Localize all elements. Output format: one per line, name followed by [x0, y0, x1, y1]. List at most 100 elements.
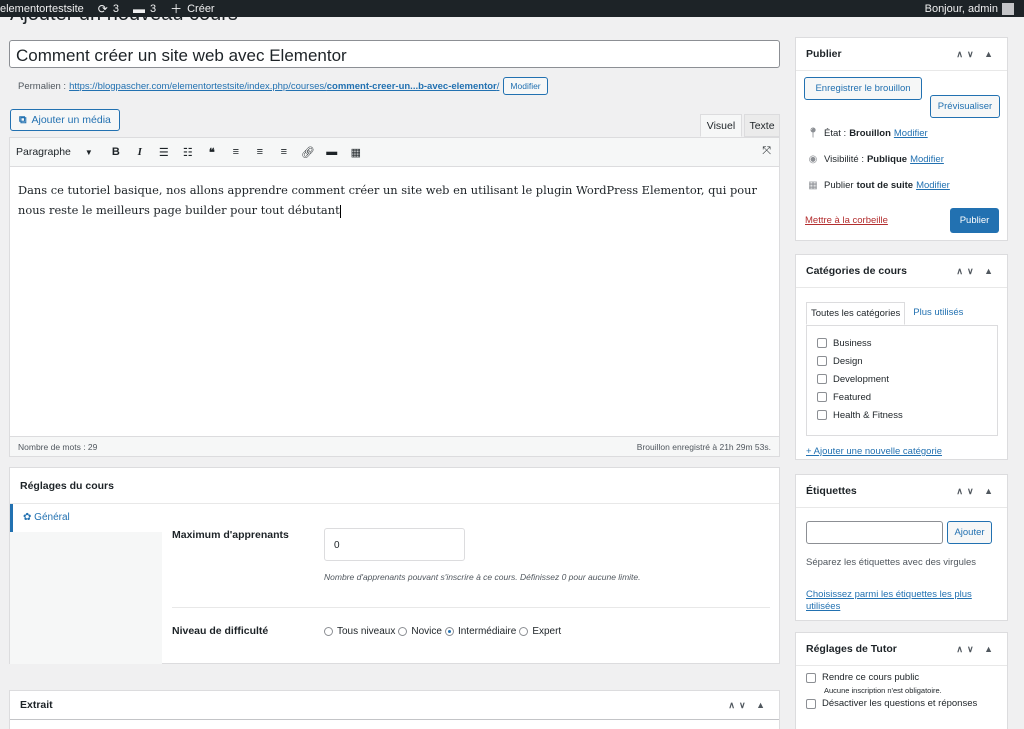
- save-draft-button[interactable]: Enregistrer le brouillon: [804, 77, 922, 100]
- category-label: Business: [833, 337, 872, 349]
- tab-all-categories[interactable]: Toutes les catégories: [806, 302, 906, 325]
- align-center-icon[interactable]: ≡: [251, 146, 269, 158]
- visibility-value: Publique: [866, 154, 908, 165]
- tab-most-used[interactable]: Plus utilisés: [905, 302, 971, 325]
- visibility-label: Visibilité :: [824, 154, 864, 165]
- account-menu[interactable]: Bonjour, admin: [925, 0, 1014, 17]
- checkbox[interactable]: [806, 672, 816, 683]
- tutor-settings-panel: Réglages de Tutor ∧∨ ▲ Rendre ce cours pu…: [795, 632, 1008, 729]
- difficulty-label: Niveau de difficulté: [172, 625, 269, 637]
- eye-icon: ◉: [808, 154, 818, 165]
- updates-icon: ⟳: [97, 1, 108, 16]
- align-left-icon[interactable]: ≡: [227, 146, 245, 158]
- tutor-settings-title-label: Réglages de Tutor: [806, 643, 897, 655]
- format-select[interactable]: Paragraphe ▼: [16, 146, 93, 158]
- checkbox[interactable]: [817, 374, 827, 384]
- read-more-icon[interactable]: ▬: [323, 146, 341, 158]
- radio-button[interactable]: [519, 627, 529, 636]
- link-icon[interactable]: 🔗︎: [299, 146, 317, 159]
- add-media-button[interactable]: ⧉ Ajouter un média: [10, 109, 120, 131]
- radio-button-selected[interactable]: [444, 627, 454, 636]
- site-name-link[interactable]: elementortestsite: [0, 3, 84, 15]
- comments-link[interactable]: ▬ 3: [133, 2, 156, 16]
- checkbox[interactable]: [806, 698, 816, 709]
- tag-input[interactable]: [806, 521, 943, 544]
- updates-count: 3: [112, 2, 119, 15]
- blockquote-icon[interactable]: ❝: [203, 146, 221, 159]
- tab-visual[interactable]: Visuel: [700, 114, 742, 137]
- align-right-icon[interactable]: ≡: [275, 146, 293, 158]
- trash-link[interactable]: Mettre à la corbeille: [805, 215, 888, 226]
- difficulty-option-all[interactable]: Tous niveaux: [324, 626, 395, 637]
- tab-general[interactable]: ✿ Général: [10, 504, 162, 532]
- publish-button[interactable]: Publier: [950, 208, 999, 233]
- editor-content[interactable]: Dans ce tutoriel basique, nos allons app…: [10, 167, 779, 233]
- category-label: Health & Fitness: [833, 409, 903, 421]
- add-tag-button[interactable]: Ajouter: [947, 521, 992, 544]
- checkbox[interactable]: [817, 392, 827, 402]
- updates-link[interactable]: ⟳ 3: [98, 2, 119, 16]
- content-editor: Paragraphe ▼ B I ☰ ☷ ❝ ≡ ≡ ≡ 🔗︎ ▬ ▦ ⤧ Dan…: [9, 137, 780, 457]
- course-settings-title: Réglages du cours: [10, 468, 779, 504]
- difficulty-option-expert[interactable]: Expert: [519, 626, 561, 637]
- divider: [172, 607, 770, 608]
- visibility-edit-link[interactable]: Modifier: [910, 154, 944, 165]
- difficulty-option-intermediate[interactable]: Intermédiaire: [444, 626, 517, 637]
- checkbox[interactable]: [817, 338, 827, 348]
- categories-list: Business Design Development Featured Hea…: [806, 325, 998, 436]
- category-label: Development: [833, 373, 889, 385]
- add-media-label: Ajouter un média: [31, 114, 111, 126]
- create-link[interactable]: ＋ Créer: [170, 0, 215, 17]
- post-title-input[interactable]: Comment créer un site web avec Elementor: [9, 40, 780, 68]
- permalink-slug: comment-creer-un...b-avec-elementor: [326, 80, 497, 92]
- difficulty-option-label: Intermédiaire: [457, 626, 517, 637]
- status-value: Brouillon: [849, 128, 891, 139]
- permalink-url: https://blogpascher.com/elementortestsit…: [69, 80, 327, 92]
- tags-title-label: Étiquettes: [806, 485, 857, 497]
- preview-button[interactable]: Prévisualiser: [930, 95, 1000, 118]
- disable-qa-option[interactable]: Désactiver les questions et réponses: [806, 698, 977, 709]
- list-item[interactable]: Featured: [817, 388, 997, 406]
- checkbox[interactable]: [817, 356, 827, 366]
- categories-panel: Catégories de cours ∧∨ ▲ Toutes les catég…: [795, 254, 1008, 460]
- box-arrows-icon[interactable]: ∧∨ ▲: [956, 49, 997, 60]
- box-arrows-icon[interactable]: ∧∨ ▲: [956, 266, 997, 277]
- fullscreen-icon[interactable]: ⤧: [762, 145, 771, 158]
- tutor-settings-title: Réglages de Tutor ∧∨ ▲: [796, 633, 1007, 666]
- permalink-link[interactable]: https://blogpascher.com/elementortestsit…: [69, 81, 499, 92]
- checkbox[interactable]: [817, 410, 827, 420]
- radio-button[interactable]: [324, 627, 333, 636]
- list-item[interactable]: Business: [817, 334, 997, 352]
- avatar: [1002, 2, 1014, 15]
- box-arrows-icon[interactable]: ∧∨ ▲: [956, 644, 997, 655]
- list-item[interactable]: Design: [817, 352, 997, 370]
- box-arrows-icon[interactable]: ∧∨ ▲: [956, 486, 997, 497]
- schedule-edit-link[interactable]: Modifier: [916, 180, 950, 191]
- bullet-list-icon[interactable]: ☰: [155, 146, 173, 159]
- public-course-option[interactable]: Rendre ce cours public: [806, 672, 919, 683]
- add-category-link[interactable]: + Ajouter une nouvelle catégorie: [806, 446, 942, 457]
- status-edit-link[interactable]: Modifier: [894, 128, 928, 139]
- choose-tags-link[interactable]: Choisissez parmi les étiquettes les plus…: [806, 589, 996, 613]
- numbered-list-icon[interactable]: ☷: [179, 146, 197, 159]
- list-item[interactable]: Health & Fitness: [817, 406, 997, 424]
- format-select-value: Paragraphe: [16, 146, 71, 158]
- status-row: 📍︎ État : Brouillon Modifier: [806, 128, 928, 139]
- bold-icon[interactable]: B: [107, 146, 125, 158]
- list-item[interactable]: Development: [817, 370, 997, 388]
- plus-icon: ＋: [170, 2, 183, 16]
- course-settings-sidebar: ✿ Général: [10, 504, 162, 664]
- radio-button[interactable]: [398, 627, 408, 636]
- permalink-row: Permalien : https://blogpascher.com/elem…: [18, 77, 548, 95]
- tab-text[interactable]: Texte: [744, 114, 780, 137]
- toolbar-toggle-icon[interactable]: ▦: [347, 146, 365, 159]
- difficulty-option-novice[interactable]: Novice: [398, 626, 442, 637]
- box-arrows-icon[interactable]: ∧∨ ▲: [728, 700, 769, 711]
- italic-icon[interactable]: I: [131, 146, 149, 158]
- visibility-row: ◉ Visibilité : Publique Modifier: [806, 154, 944, 165]
- excerpt-box: Extrait ∧∨ ▲: [9, 690, 780, 729]
- permalink-edit-button[interactable]: Modifier: [503, 77, 548, 95]
- permalink-label: Permalien :: [18, 80, 67, 92]
- max-students-hint: Nombre d'apprenants pouvant s'inscrire à…: [324, 572, 641, 582]
- max-students-input[interactable]: 0: [324, 528, 465, 561]
